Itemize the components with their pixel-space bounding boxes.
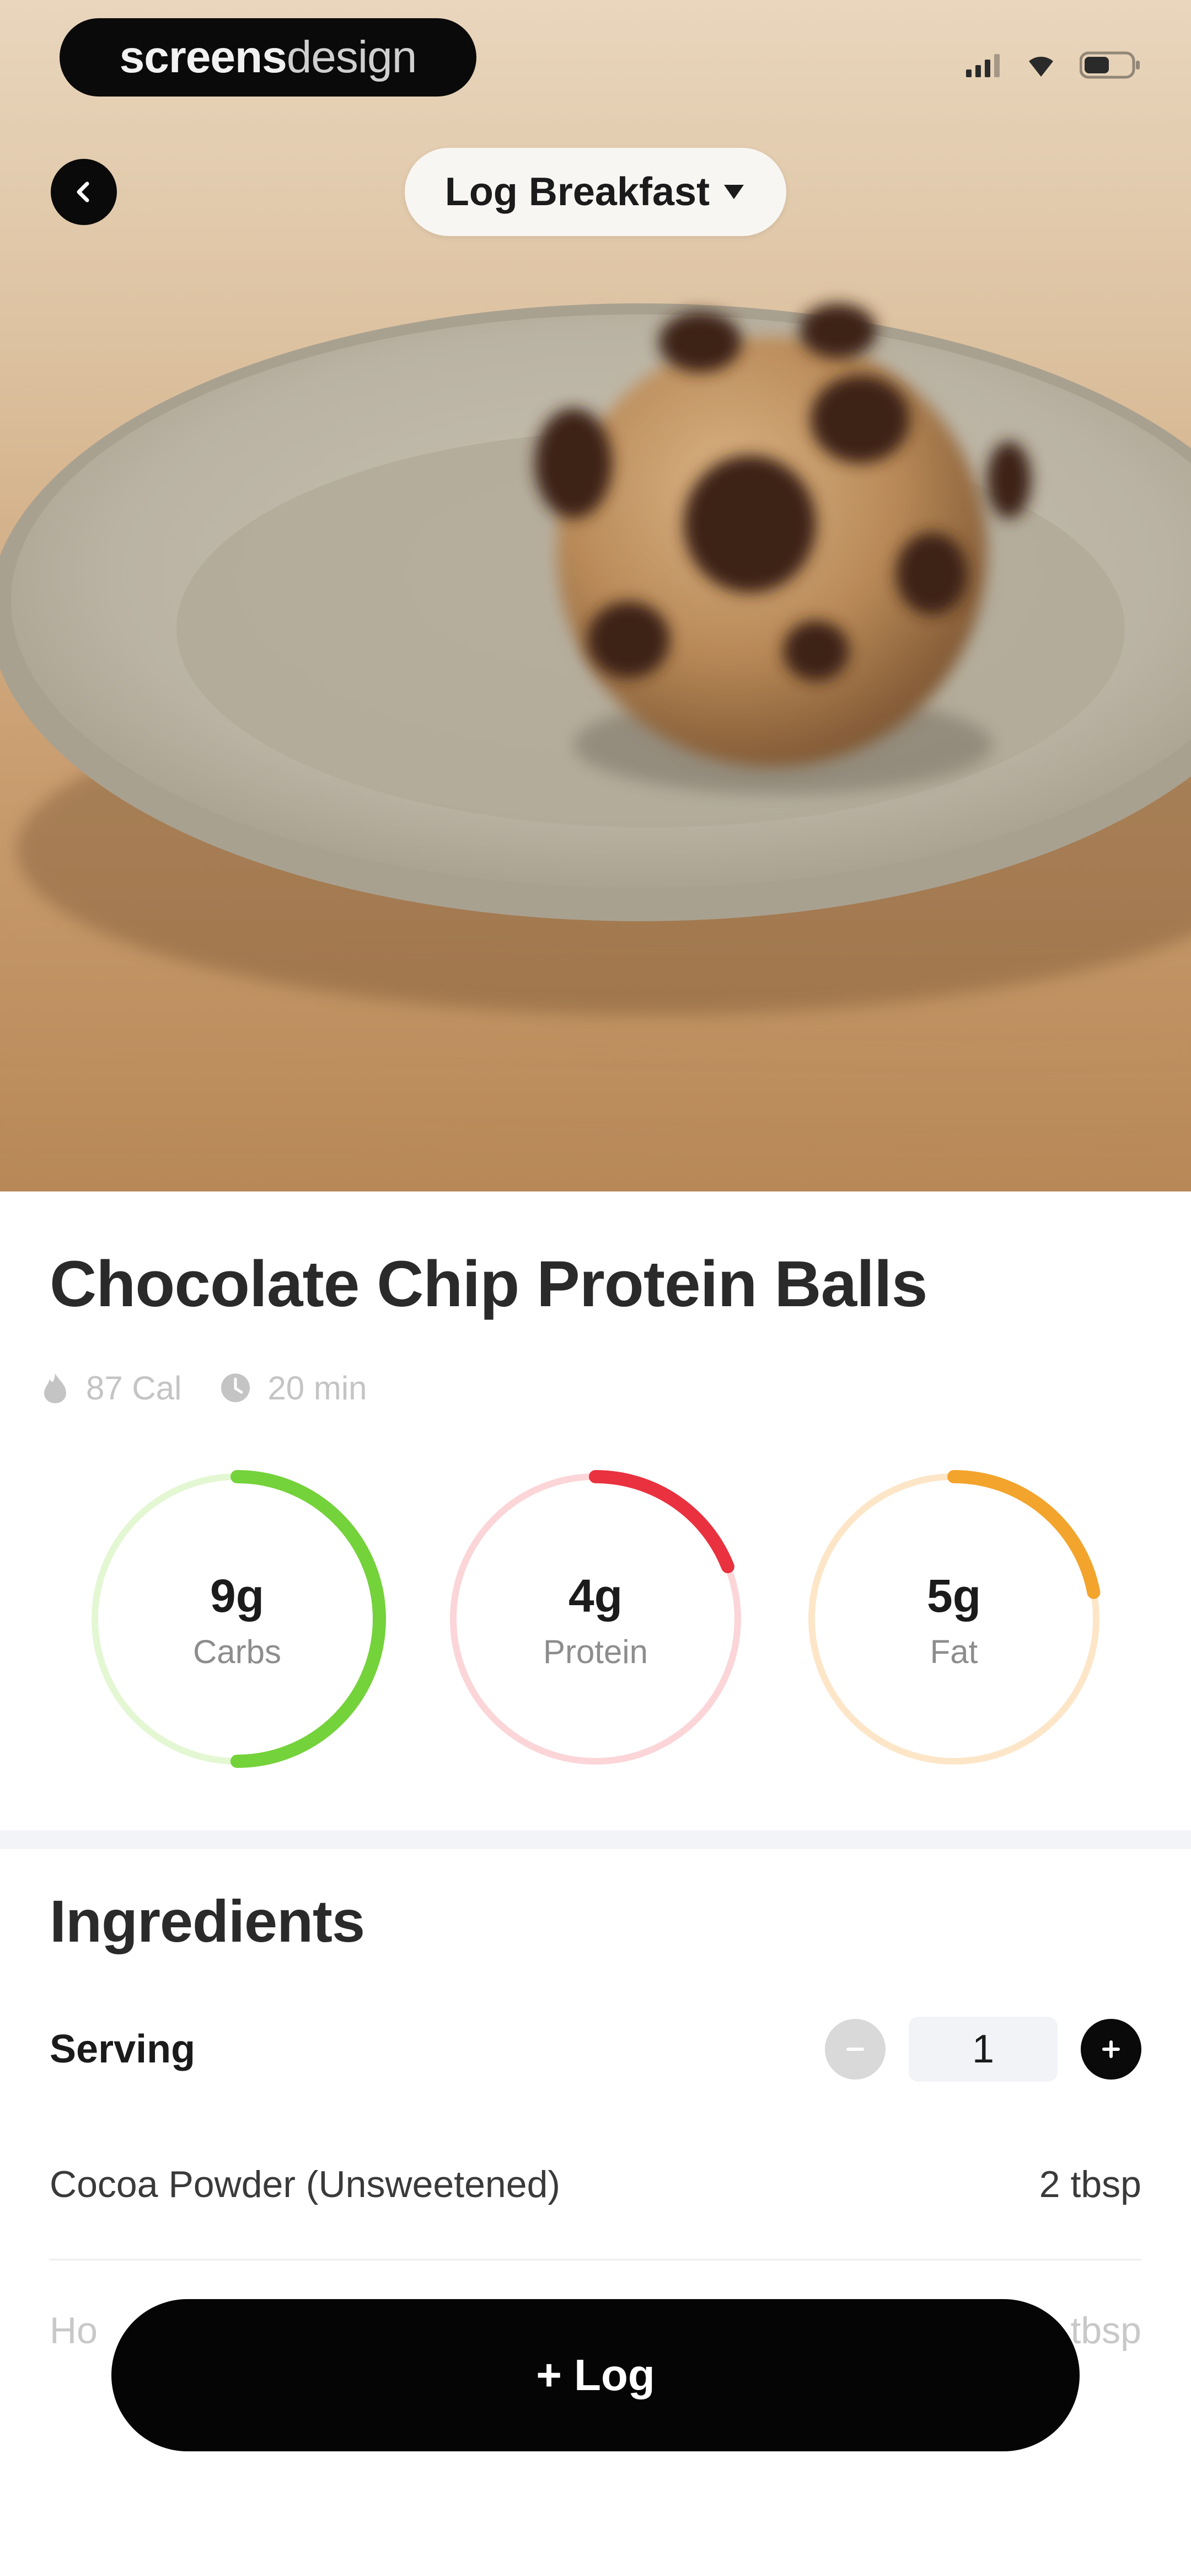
flame-icon: [44, 1373, 66, 1403]
protein-label: Protein: [543, 1633, 648, 1670]
carbs-value: 9g: [210, 1570, 265, 1622]
calories-meta: 87 Cal: [40, 1369, 181, 1407]
macro-carbs: 9g Carbs: [83, 1465, 391, 1773]
recipe-meta: 87 Cal 20 min: [40, 1366, 389, 1410]
serving-label: Serving: [50, 2027, 196, 2071]
brand-text-screens: screens: [119, 32, 287, 82]
battery-icon: [1080, 51, 1140, 79]
caret-down-icon: [724, 185, 744, 199]
ingredient-divider: [50, 2259, 1141, 2260]
plus-icon: [1102, 2040, 1120, 2058]
recipe-title: Chocolate Chip Protein Balls: [50, 1248, 927, 1321]
clock-icon: [221, 1373, 250, 1402]
ingredient-name: Cocoa Powder (Unsweetened): [50, 2163, 561, 2205]
time-meta: 20 min: [219, 1369, 367, 1407]
carbs-label: Carbs: [192, 1633, 282, 1670]
calories-text: 87 Cal: [86, 1369, 182, 1407]
ingredient-row: Cocoa Powder (Unsweetened) 2 tbsp: [50, 2151, 1141, 2217]
serving-stepper: 1: [825, 2017, 1141, 2082]
ingredient-amount: tbsp: [1070, 2310, 1141, 2351]
fat-label: Fat: [930, 1633, 978, 1670]
cellular-signal-icon: [966, 54, 1000, 77]
macro-summary: 9g Carbs 4g Protein 5g Fat: [0, 1465, 1191, 1773]
decrease-serving-button[interactable]: [825, 2019, 886, 2080]
minus-icon: [846, 2048, 864, 2051]
serving-quantity[interactable]: 1: [909, 2017, 1058, 2082]
fat-value: 5g: [926, 1570, 981, 1622]
brand-text-design: design: [286, 32, 417, 82]
ingredient-amount: 2 tbsp: [1039, 2163, 1141, 2205]
ingredients-heading: Ingredients: [50, 1888, 365, 1954]
section-divider: [0, 1830, 1191, 1849]
protein-value: 4g: [568, 1570, 623, 1622]
meal-selector-dropdown[interactable]: Log Breakfast: [405, 148, 786, 236]
increase-serving-button[interactable]: [1081, 2019, 1141, 2080]
time-text: 20 min: [267, 1369, 367, 1407]
macro-fat: 5g Fat: [800, 1465, 1108, 1773]
meal-selector-label: Log Breakfast: [444, 170, 710, 214]
log-button[interactable]: + Log: [111, 2299, 1080, 2451]
wifi-icon: [1029, 56, 1053, 77]
serving-row: Serving 1: [50, 2013, 1141, 2085]
ingredient-name: Ho: [50, 2310, 98, 2351]
chevron-left-icon: [77, 181, 89, 202]
brand-badge: screens design: [60, 18, 476, 97]
macro-protein: 4g Protein: [441, 1465, 750, 1773]
status-bar-icons: [966, 49, 1141, 82]
back-button[interactable]: [51, 159, 117, 225]
